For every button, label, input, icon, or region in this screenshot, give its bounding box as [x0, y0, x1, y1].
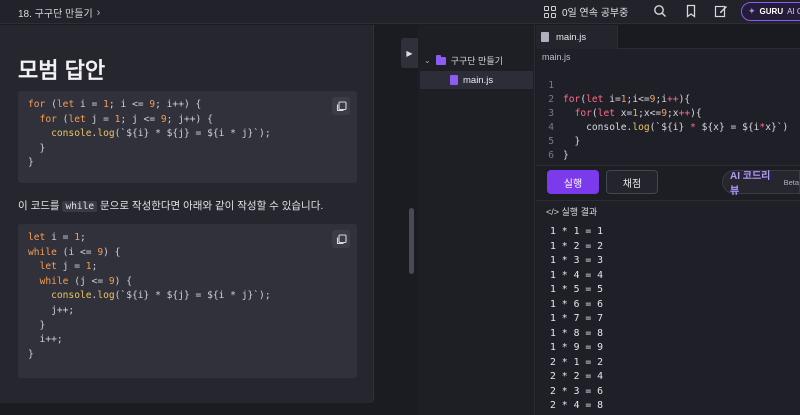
code-line: }	[28, 142, 46, 154]
top-bar: 18. 구구단 만들기 › 0일 연속 공부중 ✦ GURU AI Ch	[0, 0, 800, 24]
code-line: console.log(`${i} * ${x} = ${i*x}`)	[563, 122, 789, 133]
code-editor[interactable]: 1 2 for(let i=1;i<=9;i++){ 3 for(let x=1;…	[536, 79, 788, 177]
streak-indicator[interactable]: 0일 연속 공부중	[544, 4, 628, 19]
code-line: }	[28, 157, 34, 169]
file-label: main.js	[463, 74, 494, 86]
guru-sub-label: AI Ch	[787, 7, 800, 16]
tree-folder[interactable]: ⌄ 구구단 만들기	[424, 54, 503, 67]
play-icon: ▶	[406, 48, 413, 58]
code-block-for: for (let i = 1; i <= 9; i++) { for (let …	[18, 91, 357, 183]
code-line: i++;	[28, 334, 63, 346]
folder-icon	[435, 54, 446, 65]
result-line: 2 * 1 = 2	[550, 356, 604, 368]
line-number: 4	[548, 122, 554, 133]
chevron-down-icon: ⌄	[424, 56, 431, 65]
line-number: 1	[548, 80, 554, 91]
code-line: for(let i=1;i<=9;i++){	[563, 94, 691, 105]
edit-icon[interactable]	[714, 4, 728, 18]
code-line: for (let j = 1; j <= 9; j++) {	[39, 113, 213, 125]
grid-icon	[544, 5, 556, 18]
result-line: 2 * 3 = 6	[550, 385, 604, 397]
line-number: 2	[548, 94, 554, 105]
tab-label: main.js	[556, 31, 587, 43]
copy-icon	[336, 233, 347, 244]
page-title: 모범 답안	[18, 58, 106, 83]
run-button[interactable]: 실행	[547, 170, 599, 194]
result-output: 1 * 1 = 1 1 * 2 = 2 1 * 3 = 3 1 * 4 = 4 1 * …	[550, 225, 609, 415]
result-line: 2 * 2 = 4	[550, 371, 604, 382]
ai-code-review-button[interactable]: AI 코드리뷰 Beta	[722, 170, 800, 197]
line-number: 3	[548, 108, 554, 119]
guru-label: GURU	[759, 7, 784, 16]
tab-main-js[interactable]: main.js	[536, 25, 618, 49]
line-number: 5	[548, 136, 554, 147]
lesson-panel: 모범 답안 for (let i = 1; i <= 9; i++) { for…	[0, 25, 374, 403]
code-line: let j = 1;	[39, 261, 98, 273]
file-icon	[541, 32, 549, 42]
beta-badge: Beta	[783, 177, 799, 187]
copy-code-button[interactable]	[332, 97, 350, 115]
search-icon[interactable]	[653, 4, 667, 18]
explanation-text: 이 코드를 while 문으로 작성한다면 아래와 같이 작성할 수 있습니다.	[18, 198, 323, 213]
sparkle-icon: ✦	[748, 6, 756, 16]
code-line: console.log(`${i} * ${j} = ${i * j}`);	[51, 290, 271, 302]
code-line: }	[28, 348, 34, 360]
file-explorer: ⌄ 구구단 만들기 main.js	[418, 25, 535, 415]
result-line: 1 * 3 = 3	[550, 255, 604, 266]
grade-button[interactable]: 채점	[606, 170, 658, 194]
editor-tab-bar: main.js	[536, 25, 800, 49]
copy-icon	[336, 100, 347, 111]
review-label: AI 코드리뷰	[730, 171, 771, 197]
code-line: for(let x=1;x<=9;x++){	[574, 108, 702, 119]
code-line: while (i <= 9) {	[28, 246, 121, 258]
code-line: }	[563, 136, 581, 147]
file-path: main.js	[542, 52, 571, 62]
para-text: 이 코드를	[18, 200, 63, 212]
folder-label: 구구단 만들기	[450, 56, 503, 66]
code-line: j++;	[28, 304, 75, 316]
result-line: 1 * 6 = 6	[550, 298, 604, 310]
code-line: console.log(`${i} * ${j} = ${i * j}`);	[51, 128, 271, 140]
line-number: 6	[548, 150, 554, 161]
code-line: }	[563, 150, 569, 161]
bookmark-icon[interactable]	[684, 4, 698, 18]
result-line: 1 * 8 = 8	[550, 327, 604, 339]
breadcrumb-label: 18. 구구단 만들기	[18, 9, 93, 20]
code-editor-panel: main.js main.js 1 2 for(let i=1;i<=9;i++)…	[536, 25, 800, 415]
editor-actions: 실행 채점 AI 코드리뷰 Beta	[536, 165, 800, 201]
guru-ai-button[interactable]: ✦ GURU AI Ch	[741, 2, 800, 21]
para-text: 문으로 작성한다면 아래와 같이 작성할 수 있습니다.	[97, 200, 324, 212]
code-line: while (j <= 9) {	[39, 275, 132, 287]
chevron-right-icon: ›	[96, 6, 101, 19]
toggle-panel-button[interactable]: ▶	[401, 38, 418, 68]
code-block-while: let i = 1; while (i <= 9) { let j = 1; w…	[18, 224, 357, 378]
result-line: 1 * 7 = 7	[550, 313, 604, 324]
result-title: </> 실행 결과	[546, 207, 598, 217]
result-line: 1 * 2 = 2	[550, 240, 604, 252]
result-line: 2 * 4 = 8	[550, 400, 604, 411]
result-line: 1 * 5 = 5	[550, 284, 604, 295]
breadcrumb[interactable]: 18. 구구단 만들기 ›	[18, 5, 101, 21]
code-line: }	[28, 319, 46, 331]
inline-code: while	[62, 201, 98, 212]
tree-file-main-js[interactable]: main.js	[420, 71, 533, 89]
code-line: let i = 1;	[28, 232, 86, 243]
panel-resize-handle[interactable]	[409, 208, 414, 274]
result-line: 1 * 1 = 1	[550, 226, 604, 237]
file-icon	[450, 75, 458, 85]
streak-label: 0일 연속 공부중	[562, 8, 629, 19]
code-line: for (let i = 1; i <= 9; i++) {	[28, 99, 202, 110]
result-line: 1 * 9 = 9	[550, 342, 604, 353]
copy-code-button[interactable]	[332, 230, 350, 248]
result-line: 1 * 4 = 4	[550, 269, 604, 281]
